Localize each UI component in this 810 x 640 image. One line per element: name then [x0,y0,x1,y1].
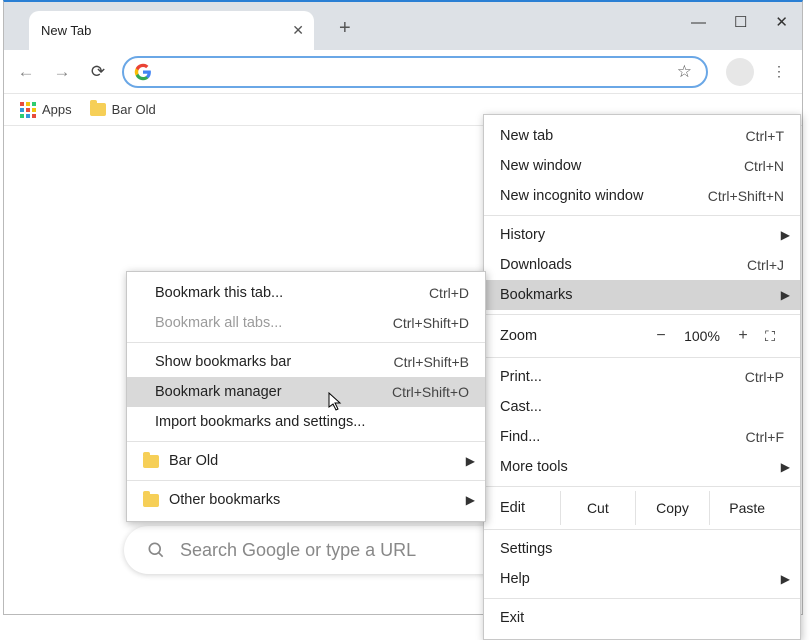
menu-cast[interactable]: Cast... [484,392,800,422]
menu-edit-row: Edit Cut Copy Paste [484,491,800,525]
submenu-show-bar[interactable]: Show bookmarks barCtrl+Shift+B [127,347,485,377]
copy-button[interactable]: Copy [635,491,710,525]
cut-button[interactable]: Cut [560,491,635,525]
bookmarks-submenu: Bookmark this tab...Ctrl+D Bookmark all … [126,271,486,522]
menu-new-incognito[interactable]: New incognito windowCtrl+Shift+N [484,181,800,211]
chevron-right-icon: ▶ [781,228,790,242]
menu-downloads[interactable]: DownloadsCtrl+J [484,250,800,280]
folder-icon [143,455,159,468]
menu-zoom-row: Zoom − 100% + ⛶ [484,319,800,353]
menu-find[interactable]: Find...Ctrl+F [484,422,800,452]
submenu-bookmark-all: Bookmark all tabs...Ctrl+Shift+D [127,308,485,338]
reload-button[interactable]: ⟳ [86,60,110,84]
minimize-icon[interactable]: — [691,14,706,31]
menu-more-tools[interactable]: More tools▶ [484,452,800,482]
main-menu-button[interactable]: ⋮ [766,59,792,85]
menu-settings[interactable]: Settings [484,534,800,564]
close-icon[interactable]: ✕ [292,22,304,39]
cursor-icon [328,392,344,412]
menu-exit[interactable]: Exit [484,603,800,633]
profile-avatar[interactable] [726,58,754,86]
apps-icon [20,102,36,118]
menu-separator [484,486,800,487]
submenu-manager[interactable]: Bookmark managerCtrl+Shift+O [127,377,485,407]
tab-title: New Tab [41,23,91,38]
browser-tab[interactable]: New Tab ✕ [29,11,314,50]
menu-separator [484,598,800,599]
fullscreen-icon[interactable]: ⛶ [758,328,784,345]
tab-strip: New Tab ✕ + — ☐ ✕ [4,2,802,50]
menu-separator [484,314,800,315]
maximize-icon[interactable]: ☐ [734,13,747,31]
zoom-in-button[interactable]: + [728,327,758,345]
zoom-label: Zoom [500,328,646,344]
edit-label: Edit [500,500,560,516]
menu-bookmarks[interactable]: Bookmarks▶ [484,280,800,310]
menu-print[interactable]: Print...Ctrl+P [484,362,800,392]
back-button[interactable]: ← [14,60,38,84]
menu-new-tab[interactable]: New tabCtrl+T [484,121,800,151]
main-menu: New tabCtrl+T New windowCtrl+N New incog… [483,114,801,640]
apps-shortcut[interactable]: Apps [20,102,72,118]
menu-separator [484,529,800,530]
search-placeholder: Search Google or type a URL [180,540,416,561]
bookmark-label: Bar Old [112,102,156,117]
submenu-import[interactable]: Import bookmarks and settings... [127,407,485,437]
zoom-value: 100% [676,328,728,344]
zoom-out-button[interactable]: − [646,327,676,345]
bookmark-folder[interactable]: Bar Old [90,102,156,117]
chevron-right-icon: ▶ [781,572,790,586]
google-icon [134,63,152,81]
window-controls: — ☐ ✕ [691,2,788,42]
apps-label: Apps [42,102,72,117]
menu-help[interactable]: Help▶ [484,564,800,594]
toolbar: ← → ⟳ ☆ ⋮ [4,50,802,94]
chevron-right-icon: ▶ [466,493,475,507]
paste-button[interactable]: Paste [709,491,784,525]
menu-separator [127,342,485,343]
chevron-right-icon: ▶ [466,454,475,468]
new-tab-button[interactable]: + [339,17,351,40]
submenu-folder-barold[interactable]: Bar Old▶ [127,446,485,476]
forward-button[interactable]: → [50,60,74,84]
menu-separator [127,441,485,442]
folder-icon [90,103,106,116]
close-window-icon[interactable]: ✕ [775,13,788,31]
chevron-right-icon: ▶ [781,460,790,474]
menu-separator [484,357,800,358]
bookmark-star-icon[interactable]: ☆ [677,62,692,82]
search-icon [146,540,166,560]
menu-history[interactable]: History▶ [484,220,800,250]
submenu-folder-other[interactable]: Other bookmarks▶ [127,485,485,515]
submenu-bookmark-tab[interactable]: Bookmark this tab...Ctrl+D [127,278,485,308]
chevron-right-icon: ▶ [781,288,790,302]
menu-separator [484,215,800,216]
folder-icon [143,494,159,507]
address-bar[interactable] [122,56,708,88]
menu-new-window[interactable]: New windowCtrl+N [484,151,800,181]
menu-separator [127,480,485,481]
